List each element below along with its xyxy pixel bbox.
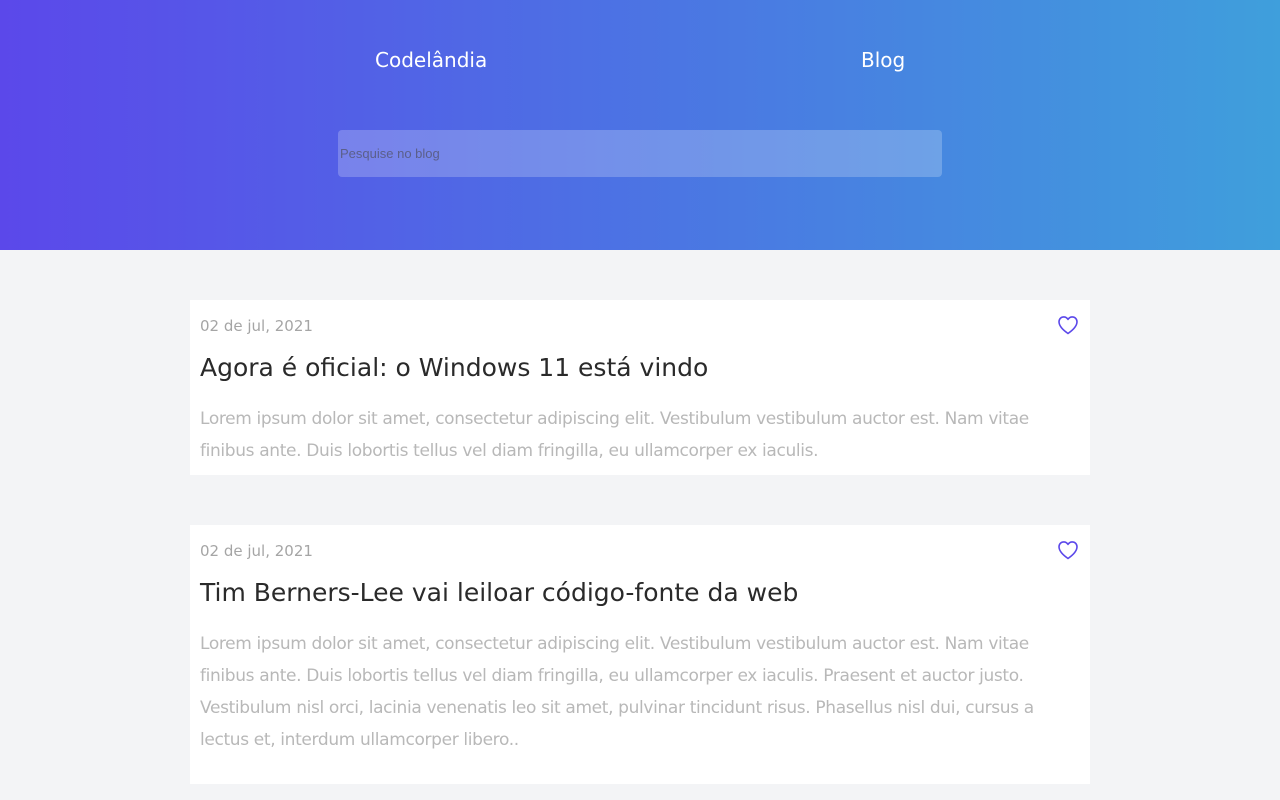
hero-header: Codelândia Blog [0, 0, 1280, 250]
post-title[interactable]: Tim Berners-Lee vai leiloar código-fonte… [200, 575, 798, 611]
nav-link-blog[interactable]: Blog [861, 46, 905, 74]
post-excerpt: Lorem ipsum dolor sit amet, consectetur … [200, 634, 1034, 750]
brand-logo-link[interactable]: Codelândia [375, 46, 487, 74]
post-card[interactable]: 02 de jul, 2021 Tim Berners-Lee vai leil… [190, 525, 1090, 784]
post-card[interactable]: 02 de jul, 2021 Agora é oficial: o Windo… [190, 300, 1090, 475]
post-title[interactable]: Agora é oficial: o Windows 11 está vindo [200, 350, 708, 386]
search-input[interactable] [338, 130, 942, 177]
heart-icon[interactable] [1056, 538, 1080, 562]
post-date: 02 de jul, 2021 [200, 542, 313, 560]
post-excerpt: Lorem ipsum dolor sit amet, consectetur … [200, 409, 1029, 461]
heart-icon[interactable] [1056, 313, 1080, 337]
post-date: 02 de jul, 2021 [200, 317, 313, 335]
